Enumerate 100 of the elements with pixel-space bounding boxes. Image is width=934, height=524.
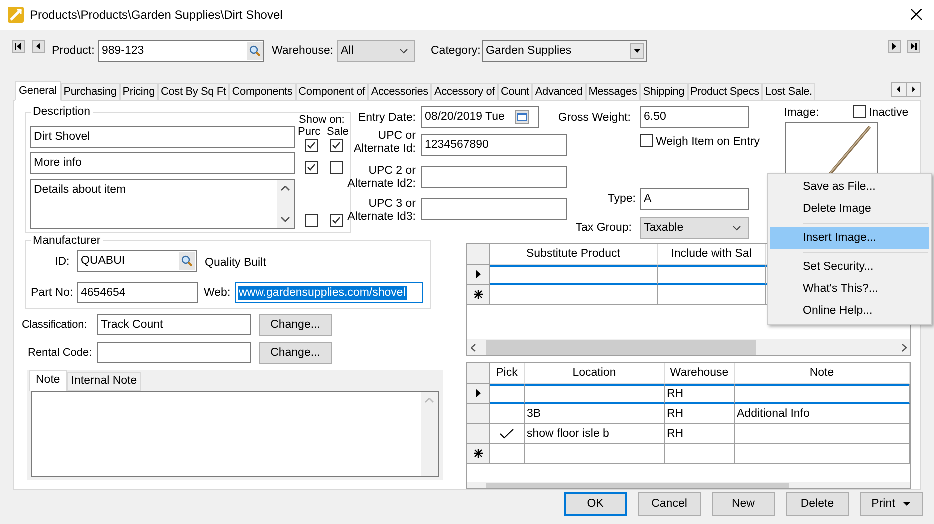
tab[interactable]: Shipping [640, 83, 688, 101]
column-header[interactable]: Location [525, 363, 665, 384]
alternate-id-label: UPC 2 or Alternate Id2: [348, 165, 416, 191]
previous-record-button[interactable] [32, 40, 45, 53]
scrollbar[interactable] [467, 339, 910, 355]
dialog-button[interactable]: Cancel [638, 492, 701, 516]
first-record-button[interactable] [12, 40, 25, 53]
tab[interactable]: Component of [296, 83, 368, 101]
tab[interactable]: Accessories [368, 83, 432, 101]
checkbox[interactable] [330, 161, 343, 174]
dropdown-button[interactable] [630, 43, 644, 59]
row-header[interactable] [467, 384, 490, 404]
table-cell: show floor isle b [525, 424, 665, 444]
search-button[interactable] [247, 42, 263, 60]
search-icon [181, 255, 193, 267]
scrollbar-thumb[interactable] [486, 340, 756, 355]
change-button[interactable]: Change... [259, 342, 332, 364]
table-cell: RH [665, 424, 735, 444]
web-field[interactable]: www.gardensupplies.com/shovel [235, 282, 423, 303]
row-header[interactable] [467, 265, 490, 285]
tab[interactable]: General [15, 81, 61, 101]
warehouse-dropdown[interactable]: All [337, 40, 415, 62]
row-header[interactable] [467, 444, 490, 464]
tab[interactable]: Note [29, 370, 68, 391]
checkbox[interactable] [853, 105, 866, 118]
entry-date-label: Entry Date: [358, 111, 416, 125]
dialog-button[interactable]: Delete [786, 492, 849, 516]
column-header[interactable]: Note [735, 363, 910, 384]
tab[interactable]: Purchasing [60, 83, 120, 101]
category-dropdown[interactable]: Garden Supplies [482, 40, 647, 62]
date-field[interactable]: 08/20/2019 Tue [421, 106, 539, 128]
app-icon [8, 7, 24, 23]
next-record-button[interactable] [888, 40, 901, 53]
chevron-up-icon[interactable] [281, 186, 290, 191]
checkbox[interactable] [305, 214, 318, 227]
description-field[interactable]: Details about item [30, 179, 295, 229]
menu-item[interactable]: What's This?... [770, 278, 929, 300]
tax-group-label: Tax Group: [576, 221, 632, 235]
tab[interactable]: Lost Sale. [762, 83, 816, 101]
menu-item[interactable]: Online Help... [770, 300, 929, 322]
tab-scroll-control[interactable] [891, 82, 921, 97]
menu-item[interactable]: Save as File... [770, 176, 929, 198]
column-header[interactable]: Pick [490, 363, 525, 384]
scrollbar[interactable] [277, 180, 294, 228]
category-label: Category: [431, 44, 481, 58]
gross-weight-label: Gross Weight: [558, 111, 631, 125]
table-cell: RH [665, 404, 735, 424]
product-field[interactable]: 989-123 [98, 40, 264, 62]
dialog-button[interactable]: New [712, 492, 775, 516]
note-field[interactable] [31, 391, 439, 477]
checkbox[interactable] [330, 139, 343, 152]
menu-item[interactable]: Insert Image... [770, 227, 929, 249]
description-field[interactable]: Dirt Shovel [30, 126, 295, 148]
type-field[interactable]: A [640, 188, 749, 210]
description-field[interactable]: More info [30, 152, 295, 174]
tab[interactable]: Internal Note [67, 372, 142, 391]
tax-group-dropdown[interactable]: Taxable [640, 217, 749, 239]
tab[interactable]: Pricing [120, 83, 158, 101]
tab[interactable]: Count [498, 83, 532, 101]
new-row-icon [474, 449, 482, 458]
scrollbar-thumb[interactable] [486, 483, 789, 488]
last-record-button[interactable] [907, 40, 920, 53]
close-icon[interactable] [911, 9, 922, 20]
dialog-button[interactable]: OK [564, 492, 627, 516]
menu-item[interactable]: Delete Image [770, 198, 929, 220]
column-header[interactable]: Substitute Product [490, 244, 658, 265]
chevron-left-icon[interactable] [471, 344, 476, 352]
tab[interactable]: Product Specs [688, 83, 762, 101]
rental-code-field[interactable] [97, 342, 251, 363]
chevron-down-icon [733, 226, 741, 231]
tab[interactable]: Cost By Sq Ft [158, 83, 230, 101]
column-header[interactable]: Warehouse [665, 363, 735, 384]
row-header[interactable] [467, 285, 490, 305]
change-button[interactable]: Change... [259, 314, 332, 336]
tab[interactable]: Messages [586, 83, 640, 101]
alternate-id-field[interactable] [421, 198, 567, 220]
manufacturer-name: Quality Built [205, 256, 266, 270]
chevron-right-icon[interactable] [902, 344, 907, 352]
calendar-icon[interactable] [515, 110, 529, 124]
chevron-down-icon[interactable] [281, 217, 290, 222]
tab[interactable]: Components [229, 83, 296, 101]
tab[interactable]: Accessory of [431, 83, 498, 101]
checkbox[interactable] [305, 139, 318, 152]
alternate-id-field[interactable] [421, 166, 567, 188]
checkbox[interactable] [640, 134, 653, 147]
column-header[interactable]: Include with Sal [658, 244, 766, 265]
checkbox[interactable] [330, 214, 343, 227]
gross-weight-field[interactable]: 6.50 [640, 106, 749, 128]
alternate-id-label: UPC or Alternate Id: [354, 130, 416, 156]
part-no-field[interactable]: 4654654 [77, 282, 198, 303]
alternate-id-field[interactable]: 1234567890 [421, 134, 567, 156]
search-button[interactable] [179, 252, 195, 270]
tab[interactable]: Advanced [532, 83, 586, 101]
classification-field[interactable]: Track Count [97, 314, 251, 335]
dialog-button[interactable]: Print [860, 492, 923, 516]
scrollbar[interactable] [421, 392, 438, 476]
menu-item[interactable]: Set Security... [770, 256, 929, 278]
skip-start-icon [15, 43, 22, 50]
scrollbar[interactable] [467, 482, 910, 488]
checkbox[interactable] [305, 161, 318, 174]
